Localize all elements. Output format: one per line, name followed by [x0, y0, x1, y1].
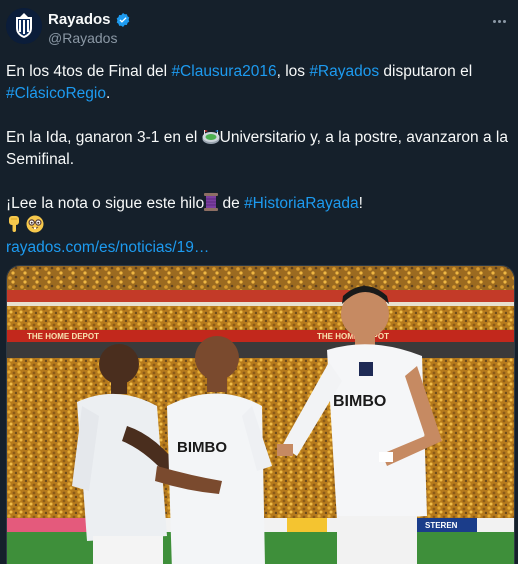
banner-steren: STEREN — [425, 521, 458, 530]
point-down-emoji — [9, 216, 19, 232]
text: En la Ida, ganaron 3-1 en el — [6, 129, 202, 146]
paragraph-1: En los 4tos de Final del #Clausura2016, … — [6, 61, 510, 105]
article-link[interactable]: rayados.com/es/noticias/19… — [6, 239, 209, 256]
avatar[interactable] — [6, 8, 42, 44]
text: ! — [358, 195, 363, 212]
name-row: Rayados — [48, 11, 131, 28]
more-options-icon[interactable] — [488, 12, 510, 30]
tweet-card: Rayados @Rayados En los 4tos de Final de… — [0, 0, 518, 564]
tweet-header: Rayados @Rayados — [6, 8, 512, 50]
hashtag-historiarayada[interactable]: #HistoriaRayada — [244, 195, 359, 212]
verified-badge-icon — [116, 12, 129, 27]
paragraph-3: ¡Lee la nota o sigue este hilo de #Histo… — [6, 193, 510, 215]
jersey-sponsor-right: BIMBO — [333, 393, 386, 410]
tweet-photo[interactable]: THE HOME DEPOT THE HOME DEPOT STEREN BIM… — [6, 265, 515, 564]
rayados-crest-icon — [6, 8, 42, 44]
hashtag-rayados[interactable]: #Rayados — [309, 63, 379, 80]
thread-spool-emoji — [204, 193, 219, 211]
link-line: rayados.com/es/noticias/19… — [6, 237, 510, 259]
display-name[interactable]: Rayados — [48, 11, 111, 28]
handle[interactable]: @Rayados — [48, 30, 117, 46]
tweet-text: En los 4tos de Final del #Clausura2016, … — [6, 61, 510, 259]
text: , los — [276, 63, 310, 80]
hashtag-clasicoregio[interactable]: #ClásicoRegio — [6, 85, 106, 102]
nerd-face-emoji — [26, 215, 44, 233]
text: de — [218, 195, 245, 212]
players-celebration-photo: THE HOME DEPOT THE HOME DEPOT STEREN BIM… — [7, 266, 514, 564]
text: En los 4tos de Final del — [6, 63, 172, 80]
text: ¡Lee la nota o sigue este hilo — [6, 195, 205, 212]
stadium-emoji — [202, 130, 220, 144]
banner-home-depot: THE HOME DEPOT — [27, 332, 99, 341]
text: disputaron el — [379, 63, 473, 80]
paragraph-2: En la Ida, ganaron 3-1 en el Universitar… — [6, 127, 510, 171]
emoji-line — [6, 215, 510, 237]
jersey-sponsor-middle: BIMBO — [177, 439, 227, 456]
hashtag-clausura2016[interactable]: #Clausura2016 — [171, 63, 276, 80]
text: . — [105, 85, 111, 102]
